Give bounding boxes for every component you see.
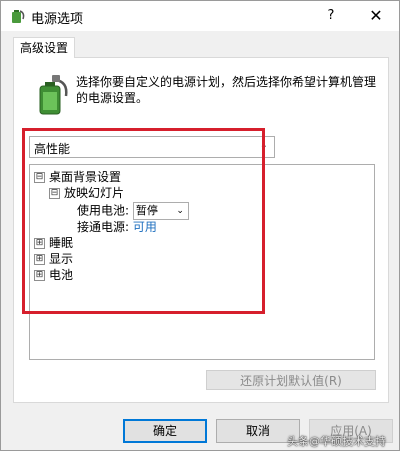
- on-battery-value: 暂停: [135, 204, 158, 217]
- watermark-text: 头条@华硕技术支持: [287, 435, 386, 448]
- close-button[interactable]: ✕: [361, 4, 391, 28]
- collapse-icon[interactable]: ⊟: [34, 172, 45, 183]
- tree-item-label: 桌面背景设置: [49, 170, 122, 184]
- expand-icon[interactable]: ⊞: [34, 270, 45, 281]
- power-plan-dropdown[interactable]: 高性能 ⌄: [29, 136, 275, 158]
- title-bar: 电源选项 ? ✕: [1, 1, 399, 31]
- power-options-window: 电源选项 ? ✕ 高级设置 选择你要自定义的电源计划，然后选择你希望计算机管理的…: [0, 0, 400, 451]
- tab-advanced-settings[interactable]: 高级设置: [13, 37, 76, 58]
- tree-item-label: 显示: [49, 252, 74, 266]
- battery-plug-icon: [39, 75, 68, 115]
- tree-item-slideshow[interactable]: ⊟ 放映幻灯片: [49, 185, 124, 201]
- settings-panel: 选择你要自定义的电源计划，然后选择你希望计算机管理的电源设置。 高性能 ⌄ ⊟ 桌…: [13, 57, 389, 403]
- window-title: 电源选项: [31, 12, 84, 27]
- restore-defaults-button[interactable]: 还原计划默认值(R): [206, 370, 376, 390]
- help-button[interactable]: ?: [319, 4, 343, 28]
- on-battery-label: 使用电池:: [77, 203, 130, 218]
- on-battery-dropdown[interactable]: 暂停 ⌄: [132, 202, 189, 220]
- expand-icon[interactable]: ⊞: [34, 254, 45, 265]
- chevron-down-icon: ⌄: [259, 140, 268, 151]
- plugged-in-label: 接通电源:: [77, 220, 130, 234]
- plugged-in-value-link[interactable]: 可用: [133, 220, 157, 234]
- chevron-down-icon: ⌄: [176, 206, 184, 216]
- ok-button[interactable]: 确定: [123, 419, 207, 443]
- description-text: 选择你要自定义的电源计划，然后选择你希望计算机管理的电源设置。: [76, 75, 377, 105]
- expand-icon[interactable]: ⊞: [34, 238, 45, 249]
- tree-item-desktop-background[interactable]: ⊟ 桌面背景设置: [34, 169, 121, 185]
- tree-item-label: 睡眠: [49, 236, 74, 250]
- collapse-icon[interactable]: ⊟: [49, 188, 60, 199]
- on-battery-setting: 使用电池: 暂停 ⌄: [77, 202, 189, 220]
- tree-item-sleep[interactable]: ⊞ 睡眠: [34, 235, 73, 251]
- tree-item-label: 电池: [49, 268, 74, 282]
- settings-tree[interactable]: ⊟ 桌面背景设置 ⊟ 放映幻灯片 使用电池: 暂停 ⌄ 接通电源: 可用 ⊞ 睡眠 ⊞…: [29, 164, 375, 360]
- power-plan-icon: [12, 10, 25, 23]
- power-plan-value: 高性能: [34, 142, 71, 156]
- plugged-in-setting: 接通电源: 可用: [77, 219, 157, 235]
- tree-item-display[interactable]: ⊞ 显示: [34, 251, 73, 267]
- tree-item-label: 放映幻灯片: [64, 186, 125, 200]
- tree-item-battery[interactable]: ⊞ 电池: [34, 267, 73, 283]
